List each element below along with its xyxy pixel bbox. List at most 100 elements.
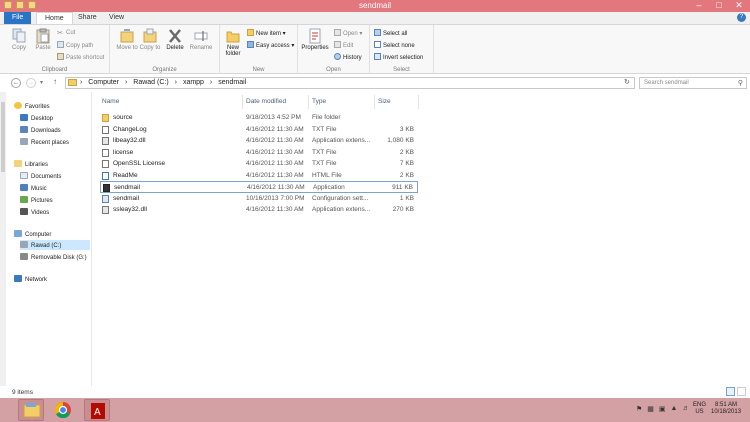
column-header-size[interactable]: Size: [378, 98, 391, 105]
nav-item-music[interactable]: Music: [20, 184, 47, 192]
flag-icon[interactable]: ⚑: [636, 405, 642, 413]
refresh-icon[interactable]: ↻: [624, 78, 630, 86]
copy-button[interactable]: Copy: [8, 28, 30, 51]
file-type: TXT File: [312, 125, 337, 133]
column-header-date[interactable]: Date modified: [246, 98, 286, 105]
title-bar: sendmail – □ ✕: [0, 0, 750, 12]
select-all-button[interactable]: Select all: [374, 29, 407, 37]
file-type: Application extens...: [312, 137, 371, 144]
nav-item-libraries[interactable]: Libraries: [14, 160, 48, 168]
acrobat-taskbar-button[interactable]: A: [84, 399, 110, 421]
volume-icon[interactable]: ♬: [682, 405, 689, 413]
tab-share[interactable]: Share: [70, 12, 105, 24]
clock[interactable]: 8:51 AM 10/18/2013: [711, 402, 741, 416]
nav-scrollbar[interactable]: [0, 92, 6, 386]
new-folder-button[interactable]: New folder: [222, 28, 244, 57]
back-icon[interactable]: ←: [11, 78, 21, 88]
nav-recent-label: Recent places: [31, 140, 70, 146]
paste-button[interactable]: Paste: [32, 28, 54, 51]
paste-shortcut-button[interactable]: Paste shortcut: [57, 53, 104, 61]
breadcrumb-computer[interactable]: Computer: [88, 79, 119, 86]
delete-button[interactable]: Delete: [164, 28, 186, 51]
select-none-button[interactable]: Select none: [374, 41, 415, 49]
breadcrumb-xampp[interactable]: xampp: [183, 79, 204, 86]
select-all-icon: [374, 29, 381, 36]
forward-icon[interactable]: →: [26, 78, 36, 88]
file-explorer-taskbar-button[interactable]: [18, 399, 44, 421]
nav-desktop-label: Desktop: [31, 116, 54, 122]
tab-view[interactable]: View: [101, 12, 132, 24]
maximize-icon[interactable]: □: [712, 0, 726, 11]
breadcrumb-rawad[interactable]: Rawad (C:): [133, 79, 168, 86]
file-row[interactable]: sendmail 4/16/2012 11:30 AM Application 911…: [100, 181, 418, 193]
recent-places-icon: [20, 138, 28, 145]
file-row[interactable]: sendmail 10/16/2013 7:00 PM Configuration …: [100, 193, 418, 205]
nav-network-label: Network: [25, 277, 48, 283]
new-item-button[interactable]: New item ▾: [247, 29, 286, 37]
system-tray: ⚑ ▦ ▣ ▲ ♬: [636, 405, 689, 413]
file-row[interactable]: license 4/16/2012 11:30 AM TXT File 2 KB: [100, 147, 418, 159]
file-date: 4/16/2012 11:30 AM: [246, 148, 304, 156]
edit-button[interactable]: Edit: [334, 41, 353, 49]
nav-item-desktop[interactable]: Desktop: [20, 114, 53, 122]
file-size: 3 KB: [399, 125, 414, 133]
recent-locations-icon[interactable]: ▾: [40, 79, 43, 86]
navigation-pane: Favorites Desktop Downloads Recent place…: [0, 92, 92, 386]
column-header-type[interactable]: Type: [312, 98, 326, 105]
address-bar[interactable]: › Computer › Rawad (C:) › xampp › sendma…: [65, 77, 635, 89]
breadcrumb-sendmail[interactable]: sendmail: [218, 79, 246, 86]
select-all-label: Select all: [383, 31, 408, 37]
language-indicator[interactable]: ENG US: [693, 402, 706, 416]
rename-button[interactable]: Rename: [188, 28, 214, 51]
nav-item-computer[interactable]: Computer: [14, 230, 51, 238]
cut-button[interactable]: ✂ Cut: [57, 29, 76, 37]
column-header-name[interactable]: Name: [102, 98, 119, 105]
copy-to-button[interactable]: Copy to: [139, 28, 161, 51]
file-row[interactable]: ReadMe 4/16/2012 11:30 AM HTML File 2 KB: [100, 170, 418, 182]
display-tray-icon[interactable]: ▣: [659, 405, 666, 413]
history-button[interactable]: History: [334, 53, 362, 61]
nav-item-downloads[interactable]: Downloads: [20, 126, 61, 134]
file-row[interactable]: source 9/18/2013 4:52 PM File folder: [100, 112, 418, 124]
nav-item-favorites[interactable]: Favorites: [14, 102, 50, 110]
close-icon[interactable]: ✕: [732, 0, 746, 11]
nav-item-pictures[interactable]: Pictures: [20, 196, 53, 204]
tab-home[interactable]: Home: [36, 12, 73, 24]
paste-shortcut-icon: [57, 53, 64, 60]
nav-item-recent-places[interactable]: Recent places: [20, 138, 69, 146]
easy-access-button[interactable]: Easy access ▾: [247, 41, 294, 49]
tab-file[interactable]: File: [4, 12, 32, 24]
nav-item-network[interactable]: Network: [14, 275, 47, 283]
copy-path-button[interactable]: Copy path: [57, 41, 93, 49]
computer-icon: [14, 230, 22, 237]
file-name: ssleay32.dll: [113, 206, 147, 213]
nav-scrollbar-thumb[interactable]: [1, 102, 5, 172]
cut-label: Cut: [66, 30, 76, 36]
up-icon[interactable]: ↑: [53, 77, 57, 86]
details-view-icon[interactable]: [726, 387, 735, 396]
file-row[interactable]: OpenSSL License 4/16/2012 11:30 AM TXT Fil…: [100, 158, 418, 170]
file-row[interactable]: ssleay32.dll 4/16/2012 11:30 AM Applicatio…: [100, 204, 418, 216]
search-input[interactable]: Search sendmail ⚲: [639, 77, 747, 89]
file-size: 1 KB: [399, 194, 414, 202]
large-icons-view-icon[interactable]: [737, 387, 746, 396]
move-to-button[interactable]: Move to: [116, 28, 138, 51]
svg-text:A: A: [94, 407, 101, 418]
easy-access-icon: [247, 41, 254, 48]
invert-selection-button[interactable]: Invert selection: [374, 53, 423, 61]
nav-documents-label: Documents: [31, 174, 62, 180]
file-row[interactable]: ChangeLog 4/16/2012 11:30 AM TXT File 3 KB: [100, 124, 418, 136]
help-icon[interactable]: ?: [737, 13, 746, 22]
nav-item-removable-disk[interactable]: Removable Disk (G:): [20, 253, 87, 261]
properties-button[interactable]: Properties: [300, 28, 330, 51]
chrome-taskbar-button[interactable]: [50, 399, 76, 421]
network-tray-icon[interactable]: ▦: [647, 405, 654, 413]
file-row[interactable]: libeay32.dll 4/16/2012 11:30 AM Applicatio…: [100, 135, 418, 147]
nav-item-videos[interactable]: Videos: [20, 208, 49, 216]
minimize-icon[interactable]: –: [692, 0, 706, 11]
signal-tray-icon[interactable]: ▲: [671, 405, 678, 413]
nav-item-rawad-drive[interactable]: Rawad (C:): [20, 240, 90, 250]
nav-item-documents[interactable]: Documents: [20, 172, 61, 180]
edit-icon: [334, 41, 341, 48]
open-button[interactable]: Open ▾: [334, 29, 362, 37]
